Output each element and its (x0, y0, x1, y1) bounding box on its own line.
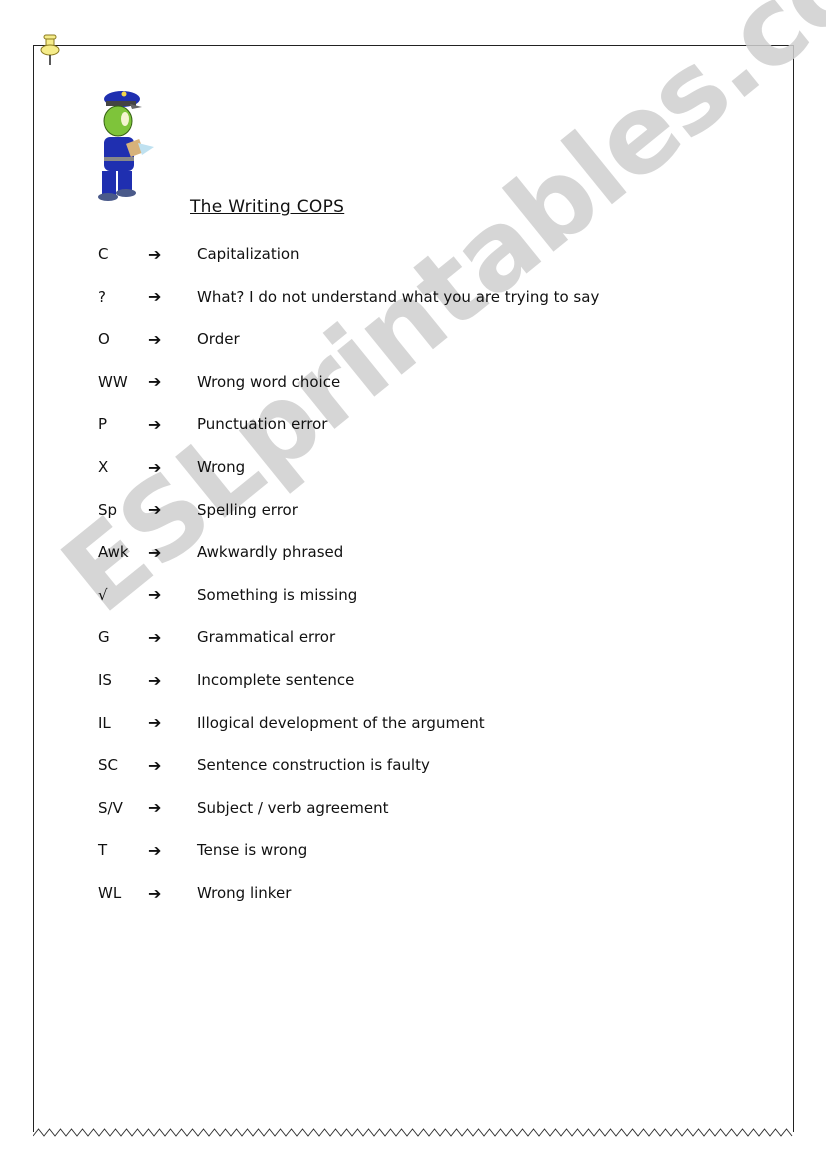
arrow-right-icon: ➔ (148, 287, 162, 307)
error-meaning: Subject / verb agreement (197, 798, 389, 817)
arrow-right-icon: ➔ (148, 627, 162, 647)
arrow-right-icon: ➔ (148, 457, 162, 477)
list-item: G ➔ Grammatical error (98, 625, 335, 649)
error-code: Sp (98, 500, 118, 519)
error-meaning: Illogical development of the argument (197, 713, 485, 732)
error-meaning: Wrong linker (197, 884, 292, 902)
arrow-right-icon: ➔ (148, 755, 162, 775)
alien-cop-mascot-image (98, 91, 154, 201)
arrow-right-icon: ➔ (148, 883, 162, 903)
zigzag-bottom-border (33, 1128, 793, 1137)
error-code: O (98, 330, 110, 349)
arrow-right-icon: ➔ (148, 372, 162, 392)
arrow-right-icon: ➔ (148, 670, 162, 690)
arrow-right-icon: ➔ (148, 414, 162, 434)
error-code: C (98, 245, 109, 263)
arrow-right-icon: ➔ (148, 713, 162, 733)
error-code: IL (98, 713, 111, 732)
error-code: WW (98, 372, 128, 391)
arrow-right-icon: ➔ (148, 244, 162, 264)
list-item: ? ➔ What? I do not understand what you are… (98, 285, 599, 309)
arrow-right-icon: ➔ (148, 500, 162, 520)
arrow-right-icon: ➔ (148, 840, 162, 860)
error-meaning: Awkwardly phrased (197, 543, 344, 562)
list-item: C ➔ Capitalization (98, 242, 300, 266)
error-meaning: Wrong (197, 458, 246, 476)
error-meaning: What? I do not understand what you are t… (197, 287, 600, 306)
error-code: S/V (98, 798, 123, 817)
list-item: Awk ➔ Awkwardly phrased (98, 540, 343, 564)
error-meaning: Tense is wrong (197, 841, 308, 860)
error-meaning: Spelling error (197, 500, 298, 519)
list-item: IS ➔ Incomplete sentence (98, 668, 354, 692)
error-meaning: Wrong word choice (197, 372, 341, 391)
error-code: IS (98, 671, 112, 689)
list-item: Sp ➔ Spelling error (98, 498, 298, 522)
list-item: S/V ➔ Subject / verb agreement (98, 796, 388, 820)
error-code: X (98, 458, 109, 476)
list-item: WW ➔ Wrong word choice (98, 370, 340, 394)
error-code: WL (98, 884, 122, 902)
list-item: X ➔ Wrong (98, 455, 245, 479)
error-code: Awk (98, 543, 129, 562)
error-meaning: Punctuation error (197, 415, 328, 434)
error-meaning: Incomplete sentence (197, 671, 355, 689)
error-code: SC (98, 756, 118, 775)
error-code: ? (98, 287, 106, 306)
arrow-right-icon: ➔ (148, 542, 162, 562)
error-code: √ (98, 585, 108, 604)
error-meaning: Something is missing (197, 585, 358, 604)
error-meaning: Grammatical error (197, 628, 336, 647)
list-item: SC ➔ Sentence construction is faulty (98, 753, 430, 777)
error-code: T (98, 841, 108, 860)
list-item: WL ➔ Wrong linker (98, 881, 291, 905)
arrow-right-icon: ➔ (148, 798, 162, 818)
error-code: G (98, 628, 110, 647)
list-item: P ➔ Punctuation error (98, 412, 327, 436)
page-title: The Writing COPS (190, 197, 345, 217)
list-item: T ➔ Tense is wrong (98, 838, 307, 862)
error-meaning: Sentence construction is faulty (197, 756, 430, 775)
list-item: O ➔ Order (98, 327, 240, 351)
arrow-right-icon: ➔ (148, 329, 162, 349)
list-item: √ ➔ Something is missing (98, 583, 357, 607)
error-meaning: Order (197, 330, 240, 349)
list-item: IL ➔ Illogical development of the argument (98, 711, 485, 735)
pushpin-icon (40, 34, 60, 65)
error-meaning: Capitalization (197, 245, 300, 263)
error-code: P (98, 415, 108, 434)
arrow-right-icon: ➔ (148, 585, 162, 605)
